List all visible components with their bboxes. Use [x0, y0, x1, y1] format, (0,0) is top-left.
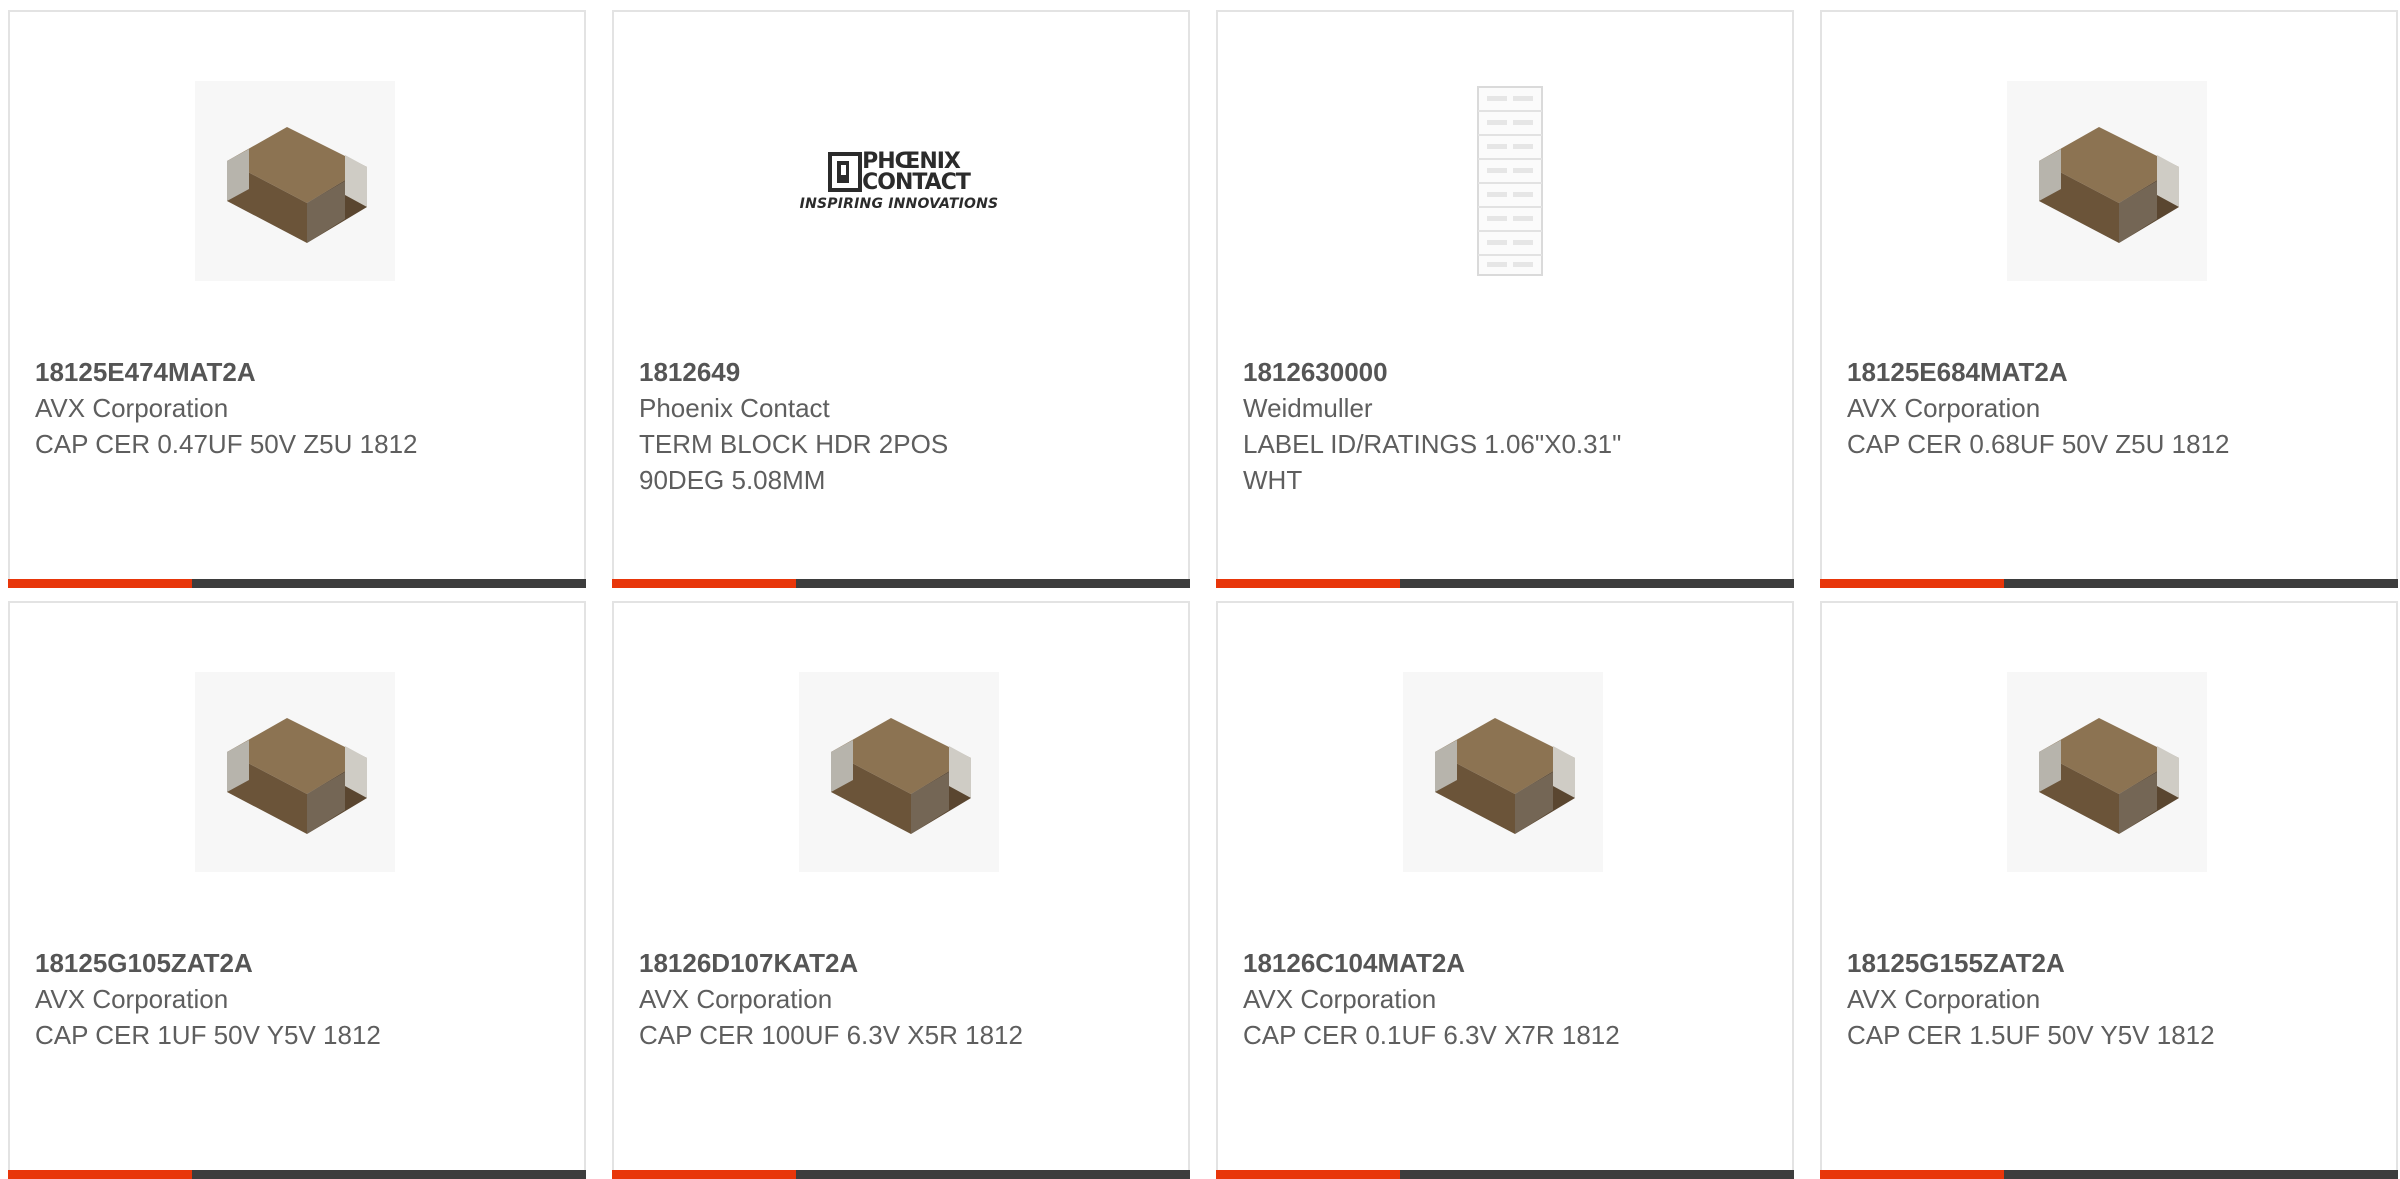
product-card[interactable]: 18125G105ZAT2A AVX Corporation CAP CER 1…	[8, 601, 586, 1179]
product-card[interactable]: 18126D107KAT2A AVX Corporation CAP CER 1…	[612, 601, 1190, 1179]
card-footer-bar	[8, 1170, 586, 1179]
accent-bar	[612, 1170, 796, 1179]
card-footer-bar	[1820, 1170, 2398, 1179]
description: TERM BLOCK HDR 2POS 90DEG 5.08MM	[639, 429, 949, 495]
product-image[interactable]	[195, 672, 395, 872]
manufacturer: Phoenix Contact	[639, 393, 830, 423]
product-card[interactable]: 18125E684MAT2A AVX Corporation CAP CER 0…	[1820, 10, 2398, 588]
manufacturer: AVX Corporation	[1847, 984, 2041, 1014]
ceramic-capacitor-icon	[227, 718, 367, 834]
product-image[interactable]	[2007, 81, 2207, 281]
accent-bar	[1820, 579, 2004, 588]
part-number[interactable]: 1812630000	[1243, 354, 1772, 390]
manufacturer: AVX Corporation	[35, 393, 229, 423]
product-info: 1812649 Phoenix Contact TERM BLOCK HDR 2…	[639, 354, 1168, 498]
product-grid: 18125E474MAT2A AVX Corporation CAP CER 0…	[8, 10, 2400, 1179]
card-footer-bar	[1216, 579, 1794, 588]
part-number[interactable]: 1812649	[639, 354, 1168, 390]
product-info: 18126D107KAT2A AVX Corporation CAP CER 1…	[639, 945, 1168, 1053]
manufacturer: AVX Corporation	[35, 984, 229, 1014]
logo-line-1: PHŒNIX	[862, 148, 961, 174]
product-info: 1812630000 Weidmuller LABEL ID/RATINGS 1…	[1243, 354, 1772, 498]
product-card[interactable]: PHŒNIX CONTACT INSPIRING INNOVATIONS 181…	[612, 10, 1190, 588]
product-info: 18125G155ZAT2A AVX Corporation CAP CER 1…	[1847, 945, 2376, 1053]
description: CAP CER 0.1UF 6.3V X7R 1812	[1243, 1020, 1620, 1050]
card-footer-bar	[612, 1170, 1190, 1179]
part-number[interactable]: 18125G155ZAT2A	[1847, 945, 2376, 981]
product-card[interactable]: 18125E474MAT2A AVX Corporation CAP CER 0…	[8, 10, 586, 588]
accent-bar	[1820, 1170, 2004, 1179]
card-footer-bar	[1216, 1170, 1794, 1179]
logo-line-2: CONTACT	[862, 169, 971, 195]
description: CAP CER 1UF 50V Y5V 1812	[35, 1020, 381, 1050]
ceramic-capacitor-icon	[1435, 718, 1575, 834]
product-card[interactable]: 18125G155ZAT2A AVX Corporation CAP CER 1…	[1820, 601, 2398, 1179]
phoenix-contact-logo: PHŒNIX CONTACT INSPIRING INNOVATIONS	[799, 148, 999, 212]
product-image[interactable]: PHŒNIX CONTACT INSPIRING INNOVATIONS	[799, 81, 999, 281]
ceramic-capacitor-icon	[2039, 718, 2179, 834]
product-image[interactable]	[1403, 672, 1603, 872]
accent-bar	[612, 579, 796, 588]
product-image[interactable]	[2007, 672, 2207, 872]
description: LABEL ID/RATINGS 1.06"X0.31" WHT	[1243, 429, 1622, 495]
description: CAP CER 0.68UF 50V Z5U 1812	[1847, 429, 2230, 459]
part-number[interactable]: 18126D107KAT2A	[639, 945, 1168, 981]
card-footer-bar	[1820, 579, 2398, 588]
product-info: 18125G105ZAT2A AVX Corporation CAP CER 1…	[35, 945, 564, 1053]
card-footer-bar	[612, 579, 1190, 588]
phoenix-mark-icon	[828, 151, 863, 192]
accent-bar	[1216, 579, 1400, 588]
product-image[interactable]	[799, 672, 999, 872]
description: CAP CER 100UF 6.3V X5R 1812	[639, 1020, 1023, 1050]
accent-bar	[8, 579, 192, 588]
part-number[interactable]: 18125E684MAT2A	[1847, 354, 2376, 390]
accent-bar	[1216, 1170, 1400, 1179]
manufacturer: Weidmuller	[1243, 393, 1373, 423]
description: CAP CER 0.47UF 50V Z5U 1812	[35, 429, 418, 459]
product-image[interactable]	[1403, 81, 1603, 281]
manufacturer: AVX Corporation	[639, 984, 833, 1014]
description: CAP CER 1.5UF 50V Y5V 1812	[1847, 1020, 2215, 1050]
product-card[interactable]: 1812630000 Weidmuller LABEL ID/RATINGS 1…	[1216, 10, 1794, 588]
product-image[interactable]	[195, 81, 395, 281]
product-info: 18126C104MAT2A AVX Corporation CAP CER 0…	[1243, 945, 1772, 1053]
part-number[interactable]: 18126C104MAT2A	[1243, 945, 1772, 981]
ceramic-capacitor-icon	[2039, 127, 2179, 243]
ceramic-capacitor-icon	[227, 127, 367, 243]
product-card[interactable]: 18126C104MAT2A AVX Corporation CAP CER 0…	[1216, 601, 1794, 1179]
product-info: 18125E684MAT2A AVX Corporation CAP CER 0…	[1847, 354, 2376, 462]
ceramic-capacitor-icon	[831, 718, 971, 834]
card-footer-bar	[8, 579, 586, 588]
product-info: 18125E474MAT2A AVX Corporation CAP CER 0…	[35, 354, 564, 462]
label-strip-icon	[1477, 86, 1543, 276]
manufacturer: AVX Corporation	[1243, 984, 1437, 1014]
manufacturer: AVX Corporation	[1847, 393, 2041, 423]
part-number[interactable]: 18125E474MAT2A	[35, 354, 564, 390]
accent-bar	[8, 1170, 192, 1179]
part-number[interactable]: 18125G105ZAT2A	[35, 945, 564, 981]
logo-slogan: INSPIRING INNOVATIONS	[799, 195, 999, 212]
